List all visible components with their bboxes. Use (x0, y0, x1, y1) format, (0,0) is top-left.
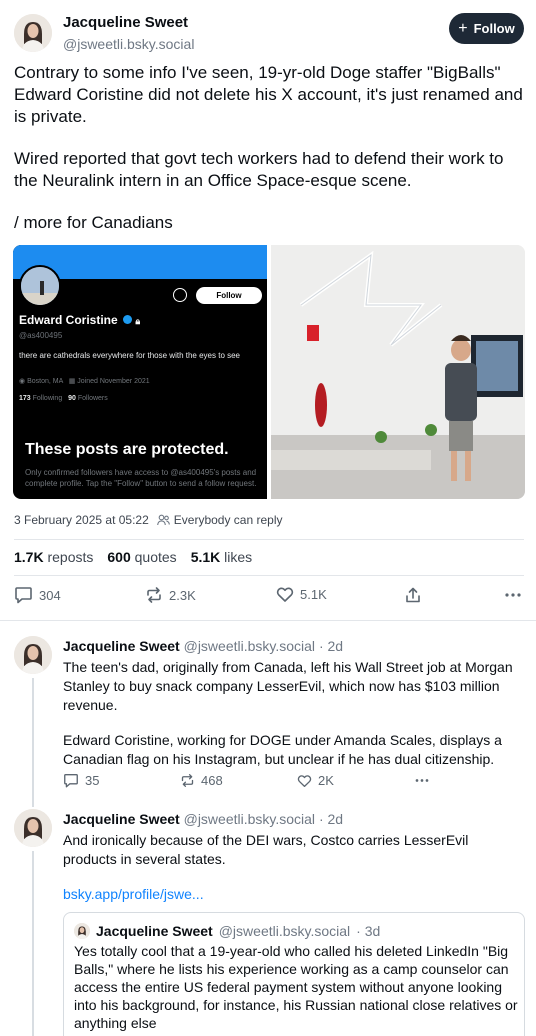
protected-title: These posts are protected. (25, 441, 229, 458)
author-handle[interactable]: @jsweetli.bsky.social (63, 35, 194, 53)
profile-name: Edward Coristine 🔒︎ (19, 313, 141, 327)
external-link[interactable]: bsky.app/profile/jswe... (63, 886, 204, 902)
quote-post[interactable]: Jacqueline Sweet @jsweetli.bsky.social ·… (63, 912, 525, 1036)
like-button[interactable]: 5.1K (276, 586, 327, 603)
post-actions: 304 2.3K 5.1K (14, 586, 524, 610)
reply-author-name[interactable]: Jacqueline Sweet (63, 811, 180, 827)
lock-icon: 🔒︎ (135, 316, 141, 326)
reply-setting: Everybody can reply (156, 513, 283, 527)
reply-text: The teen's dad, originally from Canada, … (63, 658, 518, 785)
office-photo-image[interactable] (271, 245, 525, 499)
share-icon (406, 587, 420, 603)
heart-icon (297, 774, 312, 787)
thread-line (32, 851, 34, 1036)
quote-header: Jacqueline Sweet @jsweetli.bsky.social ·… (74, 923, 514, 939)
plus-icon: + (458, 19, 468, 37)
follow-button[interactable]: + Follow (449, 13, 524, 44)
more-icon (415, 779, 429, 782)
quote-author-avatar (74, 923, 90, 939)
protected-subtitle: Only confirmed followers have access to … (25, 468, 257, 488)
profile-avatar (19, 265, 61, 307)
reply-button[interactable]: 304 (14, 586, 61, 604)
thread-separator (0, 620, 536, 621)
divider (14, 539, 524, 540)
thread-line (32, 773, 34, 807)
post-paragraph: / more for Canadians (14, 213, 173, 232)
profile-screenshot-image[interactable]: Follow Edward Coristine 🔒︎ @as400495 the… (13, 245, 267, 499)
calendar-icon: ▦ (68, 378, 78, 385)
main-post: Jacqueline Sweet @jsweetli.bsky.social +… (0, 0, 536, 604)
repost-button[interactable]: 2.3K (145, 586, 196, 604)
post-meta: 3 February 2025 at 05:22 Everybody can r… (14, 513, 283, 527)
more-options-button[interactable] (414, 773, 430, 788)
repost-icon (181, 774, 194, 787)
reply-paragraph: And ironically because of the DEI wars, … (63, 832, 469, 867)
quote-author-handle: @jsweetli.bsky.social (218, 923, 351, 939)
like-button[interactable]: 2K (297, 773, 334, 788)
author-block: Jacqueline Sweet @jsweetli.bsky.social (63, 14, 194, 53)
profile-stats: 173 Following 90 Followers (19, 395, 108, 402)
author-avatar[interactable] (14, 14, 52, 52)
reply-author-name[interactable]: Jacqueline Sweet (63, 638, 180, 654)
profile-meta: ◉ Boston, MA ▦ Joined November 2021 (19, 378, 150, 385)
reply-age: · 2d (318, 638, 344, 654)
more-options-button[interactable] (504, 586, 522, 604)
reply-author-handle[interactable]: @jsweetli.bsky.social (184, 811, 315, 827)
reposts-stat[interactable]: 1.7K reposts (14, 549, 93, 565)
more-icon (505, 593, 521, 597)
reply-author-handle[interactable]: @jsweetli.bsky.social (184, 638, 315, 654)
reply-icon (64, 774, 78, 788)
reply-button[interactable]: 35 (63, 773, 99, 788)
post-paragraph: Wired reported that govt tech workers ha… (14, 149, 504, 190)
divider (14, 575, 524, 576)
people-icon (156, 514, 170, 526)
follow-button-label: Follow (473, 21, 515, 36)
reply-paragraph: The teen's dad, originally from Canada, … (63, 659, 513, 713)
post-timestamp[interactable]: 3 February 2025 at 05:22 (14, 513, 149, 527)
quote-age: · 3d (356, 923, 381, 939)
reply-header: Jacqueline Sweet @jsweetli.bsky.social ·… (63, 637, 343, 655)
reply-author-avatar[interactable] (14, 809, 52, 847)
post-text: Contrary to some info I've seen, 19-yr-o… (14, 62, 529, 254)
heart-icon (276, 587, 294, 602)
repost-icon (147, 587, 161, 603)
profile-follow-button: Follow (196, 287, 262, 304)
profile-handle: @as400495 (19, 331, 63, 340)
reply-icon (15, 587, 32, 604)
repost-button[interactable]: 468 (180, 773, 223, 788)
share-button[interactable] (404, 586, 422, 604)
reply-paragraph: Edward Coristine, working for DOGE under… (63, 732, 502, 767)
likes-stat[interactable]: 5.1K likes (191, 549, 252, 565)
reply-header: Jacqueline Sweet @jsweetli.bsky.social ·… (63, 810, 343, 828)
quote-author-name: Jacqueline Sweet (96, 923, 213, 939)
post-media: Follow Edward Coristine 🔒︎ @as400495 the… (13, 245, 525, 499)
location-icon: ◉ (19, 378, 28, 385)
reply-age: · 2d (318, 811, 344, 827)
reply-text: And ironically because of the DEI wars, … (63, 831, 518, 920)
verified-icon (123, 315, 133, 324)
profile-bio: there are cathedrals everywhere for thos… (19, 351, 241, 360)
quotes-stat[interactable]: 600 quotes (107, 549, 176, 565)
quote-text: Yes totally cool that a 19-year-old who … (74, 943, 518, 1031)
message-icon (173, 288, 187, 302)
post-paragraph: Contrary to some info I've seen, 19-yr-o… (14, 63, 523, 126)
reply-author-avatar[interactable] (14, 636, 52, 674)
engagement-stats: 1.7K reposts 600 quotes 5.1K likes (14, 549, 252, 565)
author-name[interactable]: Jacqueline Sweet (63, 14, 194, 32)
